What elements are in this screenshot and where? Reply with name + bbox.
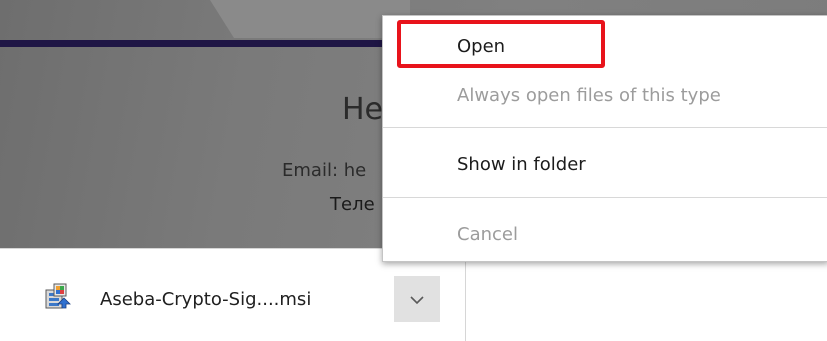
- msi-installer-icon: [44, 282, 72, 310]
- menu-item-show-in-folder[interactable]: Show in folder: [383, 143, 827, 187]
- download-menu-button[interactable]: [394, 276, 440, 322]
- chevron-down-icon: [409, 290, 425, 309]
- menu-item-always-open[interactable]: Always open files of this type: [383, 74, 827, 118]
- page-phone-text: Теле: [330, 194, 375, 215]
- download-context-menu: Open Always open files of this type Show…: [382, 15, 827, 262]
- download-file-name: Aseba-Crypto-Sig....msi: [100, 289, 312, 310]
- page-header-shape: [210, 0, 410, 38]
- menu-separator: [383, 197, 827, 198]
- download-item[interactable]: Aseba-Crypto-Sig....msi: [0, 249, 466, 341]
- page-heading: He: [342, 92, 384, 127]
- menu-item-open[interactable]: Open: [383, 25, 827, 69]
- page-email-text: Email: he: [282, 160, 367, 181]
- menu-item-cancel[interactable]: Cancel: [383, 213, 827, 257]
- menu-separator: [383, 127, 827, 128]
- screen: He Email: he Теле Aseba-Crypto-Sig....ms…: [0, 0, 827, 341]
